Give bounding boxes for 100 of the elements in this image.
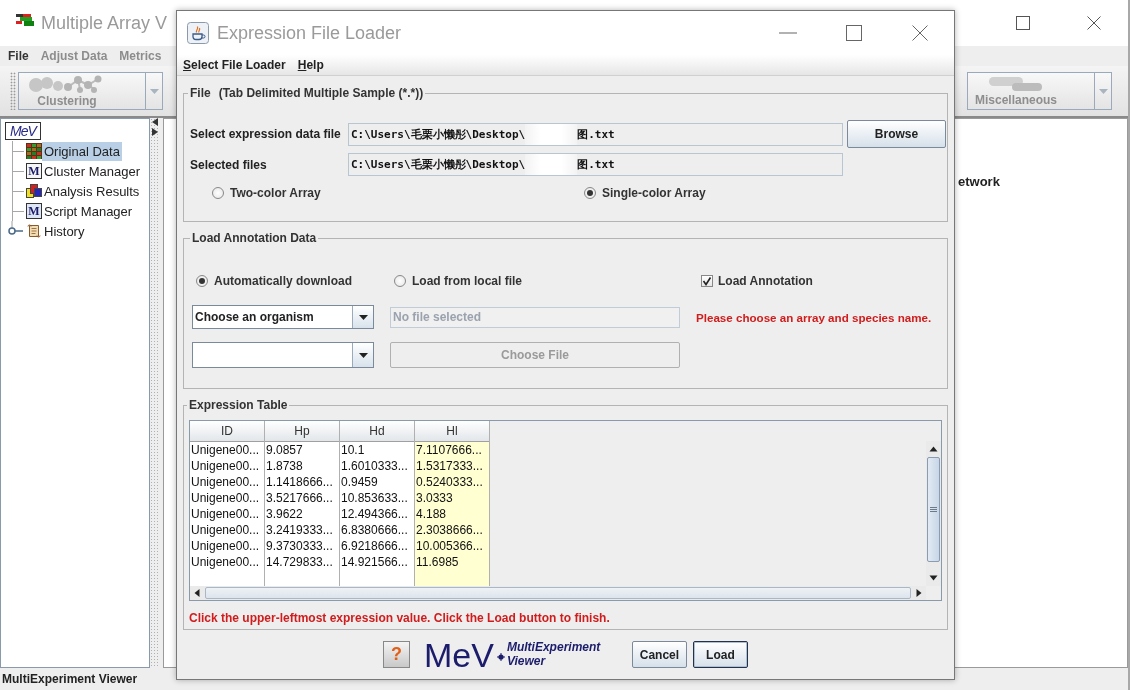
column-header[interactable]: Hd	[340, 421, 414, 442]
m-tile-icon: M	[26, 203, 42, 219]
menu-item[interactable]: Help	[291, 58, 330, 72]
organism-dropdown[interactable]: Choose an organism	[192, 305, 374, 329]
table-cell[interactable]: 3.0333	[415, 490, 489, 506]
table-cell[interactable]: 3.9622	[265, 506, 339, 522]
array-dropdown[interactable]	[192, 342, 374, 368]
grip-lines-icon	[930, 507, 937, 512]
dropdown-button[interactable]	[146, 72, 163, 110]
caret-icon	[149, 88, 159, 94]
dropdown-button[interactable]	[1095, 72, 1112, 110]
instruction-text: Click the upper-leftmost expression value. Click the Load button to finish.	[189, 611, 611, 625]
table-cell[interactable]: 10.853633...	[340, 490, 414, 506]
tree-item[interactable]: History	[42, 221, 87, 241]
window-title: Multiple Array V	[41, 12, 168, 34]
horizontal-scrollbar[interactable]	[190, 586, 926, 600]
m-tile-icon: M	[26, 163, 42, 179]
table-cell[interactable]: 10.1	[340, 442, 414, 458]
redacted-area	[525, 123, 578, 145]
pill-shapes-icon	[988, 75, 1044, 92]
radio-button[interactable]	[584, 187, 596, 199]
table-cell[interactable]: Unigene00...	[190, 458, 264, 474]
color-bars-icon	[16, 14, 34, 26]
table-cell[interactable]: 0.9459	[340, 474, 414, 490]
table-cell[interactable]: 14.729833...	[265, 554, 339, 570]
heatmap-icon	[26, 143, 42, 159]
close-icon	[912, 25, 928, 41]
file-path-field[interactable]: C:\Users\毛栗小懒彤\Desktop\ 图.txt	[348, 122, 843, 146]
tree-item[interactable]: Original Data	[42, 141, 122, 161]
radio-label[interactable]: Two-color Array	[230, 186, 321, 200]
load-button[interactable]: Load	[692, 641, 748, 668]
warning-message: Please choose an array and species name.	[696, 310, 933, 324]
field-label: Select expression data file	[190, 127, 342, 141]
group-note: (Tab Delimited Multiple Sample (*.*))	[218, 86, 424, 100]
table-cell[interactable]: Unigene00...	[190, 522, 264, 538]
star-dot-icon	[496, 652, 505, 661]
browse-button[interactable]: Browse	[847, 120, 946, 148]
table-cell[interactable]: 2.3038666...	[415, 522, 489, 538]
file-path-field[interactable]: C:\Users\毛栗小懒彤\Desktop\ 图.txt	[348, 153, 843, 176]
table-cell[interactable]: 12.494366...	[340, 506, 414, 522]
content-label: etwork	[958, 174, 1000, 189]
scrollbar-thumb[interactable]	[205, 587, 911, 599]
left-arrow-icon[interactable]	[152, 118, 158, 126]
vertical-scrollbar[interactable]	[926, 441, 941, 586]
caret-icon	[1098, 88, 1108, 94]
tree-root-logo[interactable]: MeV	[5, 122, 41, 140]
radio-label[interactable]: Load from local file	[412, 274, 522, 288]
table-cell[interactable]: 1.5317333...	[415, 458, 489, 474]
column-header[interactable]: Hl	[415, 421, 489, 442]
table-cell[interactable]: 3.2419333...	[265, 522, 339, 538]
tree-item[interactable]: Cluster Manager	[42, 161, 143, 181]
group-title: Load Annotation Data	[192, 231, 317, 245]
right-arrow-icon[interactable]	[152, 128, 158, 136]
table-cell[interactable]: 9.3730333...	[265, 538, 339, 554]
logo-text: MeV	[424, 637, 494, 672]
radio-button[interactable]	[394, 275, 406, 287]
table-cell[interactable]: 1.1418666...	[265, 474, 339, 490]
table-cell[interactable]: 9.0857	[265, 442, 339, 458]
table-cell[interactable]: 7.1107666...	[415, 442, 489, 458]
caret-icon	[358, 314, 368, 320]
radio-label[interactable]: Automatically download	[214, 274, 352, 288]
menu-item[interactable]: Select File Loader	[177, 58, 292, 72]
table-cell[interactable]: 4.188	[415, 506, 489, 522]
checkbox[interactable]	[701, 275, 713, 287]
radio-button[interactable]	[212, 187, 224, 199]
radio-label[interactable]: Single-color Array	[602, 186, 706, 200]
table-cell[interactable]: 6.8380666...	[340, 522, 414, 538]
table-cell[interactable]: 0.5240333...	[415, 474, 489, 490]
caret-icon	[358, 352, 368, 358]
logo-subtitle: MultiExperiment Viewer	[506, 639, 600, 670]
minimize-icon	[779, 32, 797, 34]
scrollbar-thumb[interactable]	[927, 457, 940, 562]
table-cell[interactable]: Unigene00...	[190, 538, 264, 554]
coffee-cup-icon	[187, 22, 209, 44]
table-cell[interactable]: 1.6010333...	[340, 458, 414, 474]
table-cell[interactable]: Unigene00...	[190, 554, 264, 570]
checkmark-icon	[702, 276, 712, 286]
table-cell[interactable]: 14.921566...	[340, 554, 414, 570]
close-icon	[1087, 16, 1101, 30]
table-cell[interactable]: Unigene00...	[190, 474, 264, 490]
table-cell[interactable]: 6.9218666...	[340, 538, 414, 554]
colored-squares-icon	[26, 183, 42, 199]
column-header[interactable]: ID	[190, 421, 264, 442]
table-cell[interactable]: 1.8738	[265, 458, 339, 474]
menu-item[interactable]: File	[2, 49, 35, 63]
column-header[interactable]: Hp	[265, 421, 339, 442]
maximize-icon	[1016, 16, 1030, 30]
radio-button[interactable]	[196, 275, 208, 287]
tree-item[interactable]: Script Manager	[42, 201, 135, 221]
drag-handle[interactable]	[10, 72, 16, 110]
checkbox-label[interactable]: Load Annotation	[718, 274, 813, 288]
cancel-button[interactable]: Cancel	[631, 641, 687, 668]
tree-item[interactable]: Analysis Results	[42, 181, 142, 201]
table-cell[interactable]: Unigene00...	[190, 506, 264, 522]
table-cell[interactable]: 3.5217666...	[265, 490, 339, 506]
table-cell[interactable]: Unigene00...	[190, 490, 264, 506]
table-cell[interactable]: Unigene00...	[190, 442, 264, 458]
table-cell[interactable]: 10.005366...	[415, 538, 489, 554]
scroll-icon	[26, 223, 42, 239]
table-cell[interactable]: 11.6985	[415, 554, 489, 570]
